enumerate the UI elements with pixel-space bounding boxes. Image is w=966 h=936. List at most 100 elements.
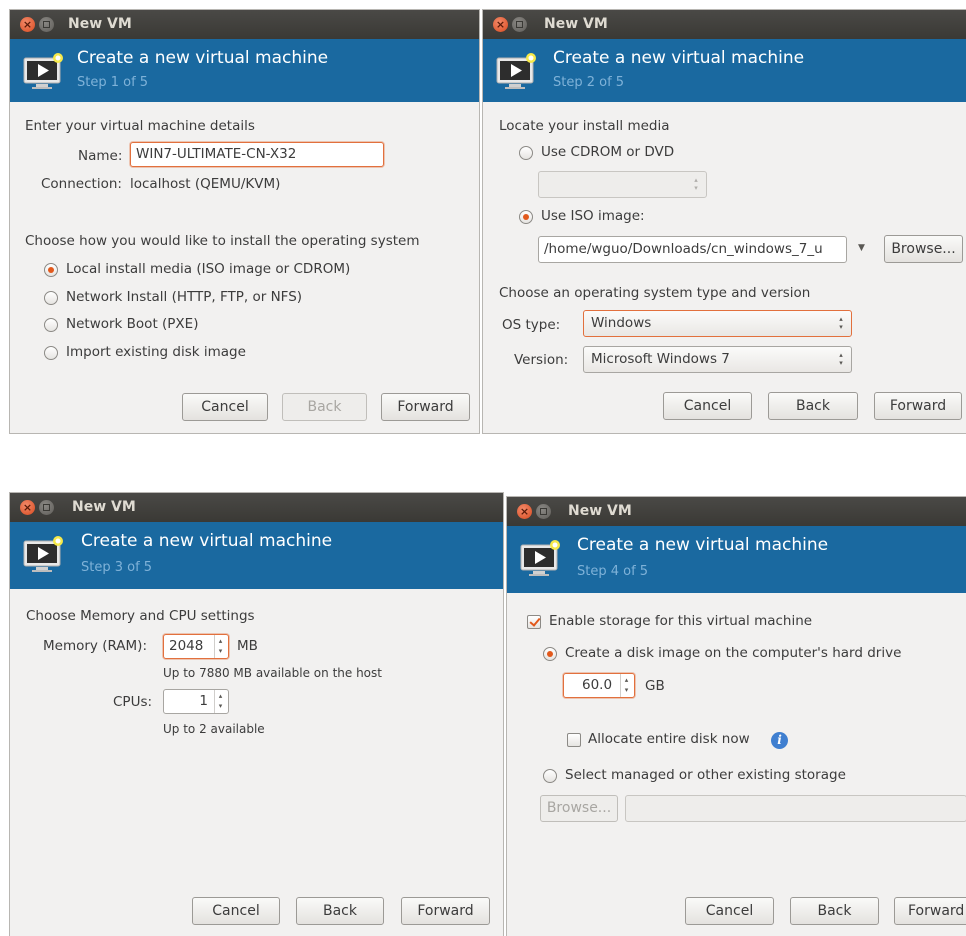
os-type-value: Windows <box>591 315 652 331</box>
cdrom-radio[interactable] <box>519 146 533 160</box>
iso-path-field[interactable]: /home/wguo/Downloads/cn_windows_7_u <box>538 236 847 263</box>
back-button[interactable]: Back <box>790 897 879 925</box>
virtual-machine-icon <box>23 536 63 572</box>
version-select[interactable]: Microsoft Windows 7 ▴ ▾ <box>583 346 852 373</box>
cancel-button[interactable]: Cancel <box>685 897 774 925</box>
back-button[interactable]: Back <box>296 897 384 925</box>
new-vm-dialog-step-1: × New VM Create a new virtual machine St… <box>9 9 480 434</box>
os-type-label: OS type: <box>502 317 561 333</box>
details-heading: Enter your virtual machine details <box>25 118 255 134</box>
cpus-hint: Up to 2 available <box>163 722 265 736</box>
forward-button[interactable]: Forward <box>401 897 490 925</box>
forward-button[interactable]: Forward <box>874 392 962 420</box>
window-titlebar[interactable]: × New VM <box>507 497 966 526</box>
iso-path-value: /home/wguo/Downloads/cn_windows_7_u <box>544 241 823 257</box>
browse-button[interactable]: Browse... <box>540 795 618 822</box>
minimize-icon[interactable] <box>536 504 551 519</box>
cancel-button[interactable]: Cancel <box>663 392 752 420</box>
window-titlebar[interactable]: × New VM <box>10 10 479 39</box>
version-value: Microsoft Windows 7 <box>591 351 730 367</box>
window-title: New VM <box>568 503 632 519</box>
allocate-disk-label[interactable]: Allocate entire disk now <box>588 731 750 747</box>
window-titlebar[interactable]: × New VM <box>483 10 966 39</box>
cdrom-select[interactable]: ▴ ▾ <box>538 171 707 198</box>
spin-arrows-icon[interactable]: ▴ ▾ <box>214 690 226 713</box>
wizard-title: Create a new virtual machine <box>81 531 333 551</box>
memory-unit: MB <box>237 638 258 654</box>
enable-storage-checkbox[interactable] <box>527 615 541 629</box>
connection-label: Connection: <box>41 176 122 192</box>
spin-arrows-icon[interactable]: ▴ ▾ <box>214 635 226 658</box>
window-titlebar[interactable]: × New VM <box>10 493 503 522</box>
network-boot-radio[interactable] <box>44 318 58 332</box>
memory-hint: Up to 7880 MB available on the host <box>163 666 382 680</box>
os-type-select[interactable]: Windows ▴ ▾ <box>583 310 852 337</box>
wizard-header: Create a new virtual machine Step 2 of 5 <box>483 39 966 102</box>
import-disk-radio[interactable] <box>44 346 58 360</box>
updown-arrows-icon: ▴ ▾ <box>694 176 698 192</box>
allocate-disk-checkbox[interactable] <box>567 733 581 747</box>
info-icon[interactable]: i <box>771 732 788 749</box>
wizard-step: Step 1 of 5 <box>77 75 149 90</box>
create-disk-label[interactable]: Create a disk image on the computer's ha… <box>565 645 901 661</box>
install-method-heading: Choose how you would like to install the… <box>25 233 420 249</box>
new-vm-dialog-step-4: × New VM Create a new virtual machine St… <box>506 496 966 936</box>
create-disk-radio[interactable] <box>543 647 557 661</box>
wizard-title: Create a new virtual machine <box>77 48 329 68</box>
memory-value: 2048 <box>169 638 204 654</box>
version-label: Version: <box>514 352 569 368</box>
cdrom-label[interactable]: Use CDROM or DVD <box>541 144 674 160</box>
window-title: New VM <box>72 499 136 515</box>
local-install-label[interactable]: Local install media (ISO image or CDROM) <box>66 261 350 277</box>
minimize-icon[interactable] <box>39 500 54 515</box>
name-field[interactable]: WIN7-ULTIMATE-CN-X32 <box>130 142 384 167</box>
connection-value: localhost (QEMU/KVM) <box>130 176 281 192</box>
wizard-title: Create a new virtual machine <box>553 48 805 68</box>
storage-path-field[interactable] <box>625 795 966 822</box>
wizard-step: Step 4 of 5 <box>577 564 649 579</box>
iso-label[interactable]: Use ISO image: <box>541 208 645 224</box>
cancel-button[interactable]: Cancel <box>182 393 268 421</box>
wizard-title: Create a new virtual machine <box>577 535 829 555</box>
chevron-down-icon[interactable]: ▼ <box>858 243 865 253</box>
back-button[interactable]: Back <box>768 392 858 420</box>
forward-button[interactable]: Forward <box>381 393 470 421</box>
local-install-radio[interactable] <box>44 263 58 277</box>
virtual-machine-icon <box>23 53 63 89</box>
close-icon[interactable]: × <box>20 500 35 515</box>
import-disk-label[interactable]: Import existing disk image <box>66 344 246 360</box>
browse-button[interactable]: Browse... <box>884 235 963 263</box>
wizard-header: Create a new virtual machine Step 4 of 5 <box>507 526 966 593</box>
managed-storage-label[interactable]: Select managed or other existing storage <box>565 767 846 783</box>
virtual-machine-icon <box>496 53 536 89</box>
forward-button[interactable]: Forward <box>894 897 966 925</box>
cpus-spinbox[interactable]: 1 ▴ ▾ <box>163 689 229 714</box>
network-boot-label[interactable]: Network Boot (PXE) <box>66 316 198 332</box>
disk-size-spinbox[interactable]: 60.0 ▴ ▾ <box>563 673 635 698</box>
name-label: Name: <box>78 148 123 164</box>
spin-arrows-icon[interactable]: ▴ ▾ <box>620 674 632 697</box>
os-heading: Choose an operating system type and vers… <box>499 285 811 301</box>
minimize-icon[interactable] <box>39 17 54 32</box>
cancel-button[interactable]: Cancel <box>192 897 280 925</box>
window-title: New VM <box>68 16 132 32</box>
close-icon[interactable]: × <box>517 504 532 519</box>
wizard-header: Create a new virtual machine Step 1 of 5 <box>10 39 479 102</box>
new-vm-dialog-step-2: × New VM Create a new virtual machine St… <box>482 9 966 434</box>
network-install-radio[interactable] <box>44 291 58 305</box>
minimize-icon[interactable] <box>512 17 527 32</box>
close-icon[interactable]: × <box>20 17 35 32</box>
close-icon[interactable]: × <box>493 17 508 32</box>
cpus-label: CPUs: <box>113 694 153 710</box>
network-install-label[interactable]: Network Install (HTTP, FTP, or NFS) <box>66 289 302 305</box>
iso-radio[interactable] <box>519 210 533 224</box>
managed-storage-radio[interactable] <box>543 769 557 783</box>
wizard-step: Step 3 of 5 <box>81 560 153 575</box>
disk-size-unit: GB <box>645 678 665 694</box>
back-button[interactable]: Back <box>282 393 367 421</box>
virtual-machine-icon <box>520 540 560 576</box>
enable-storage-label[interactable]: Enable storage for this virtual machine <box>549 613 812 629</box>
updown-arrows-icon: ▴ ▾ <box>839 315 843 331</box>
disk-size-value: 60.0 <box>582 677 613 693</box>
memory-spinbox[interactable]: 2048 ▴ ▾ <box>163 634 229 659</box>
